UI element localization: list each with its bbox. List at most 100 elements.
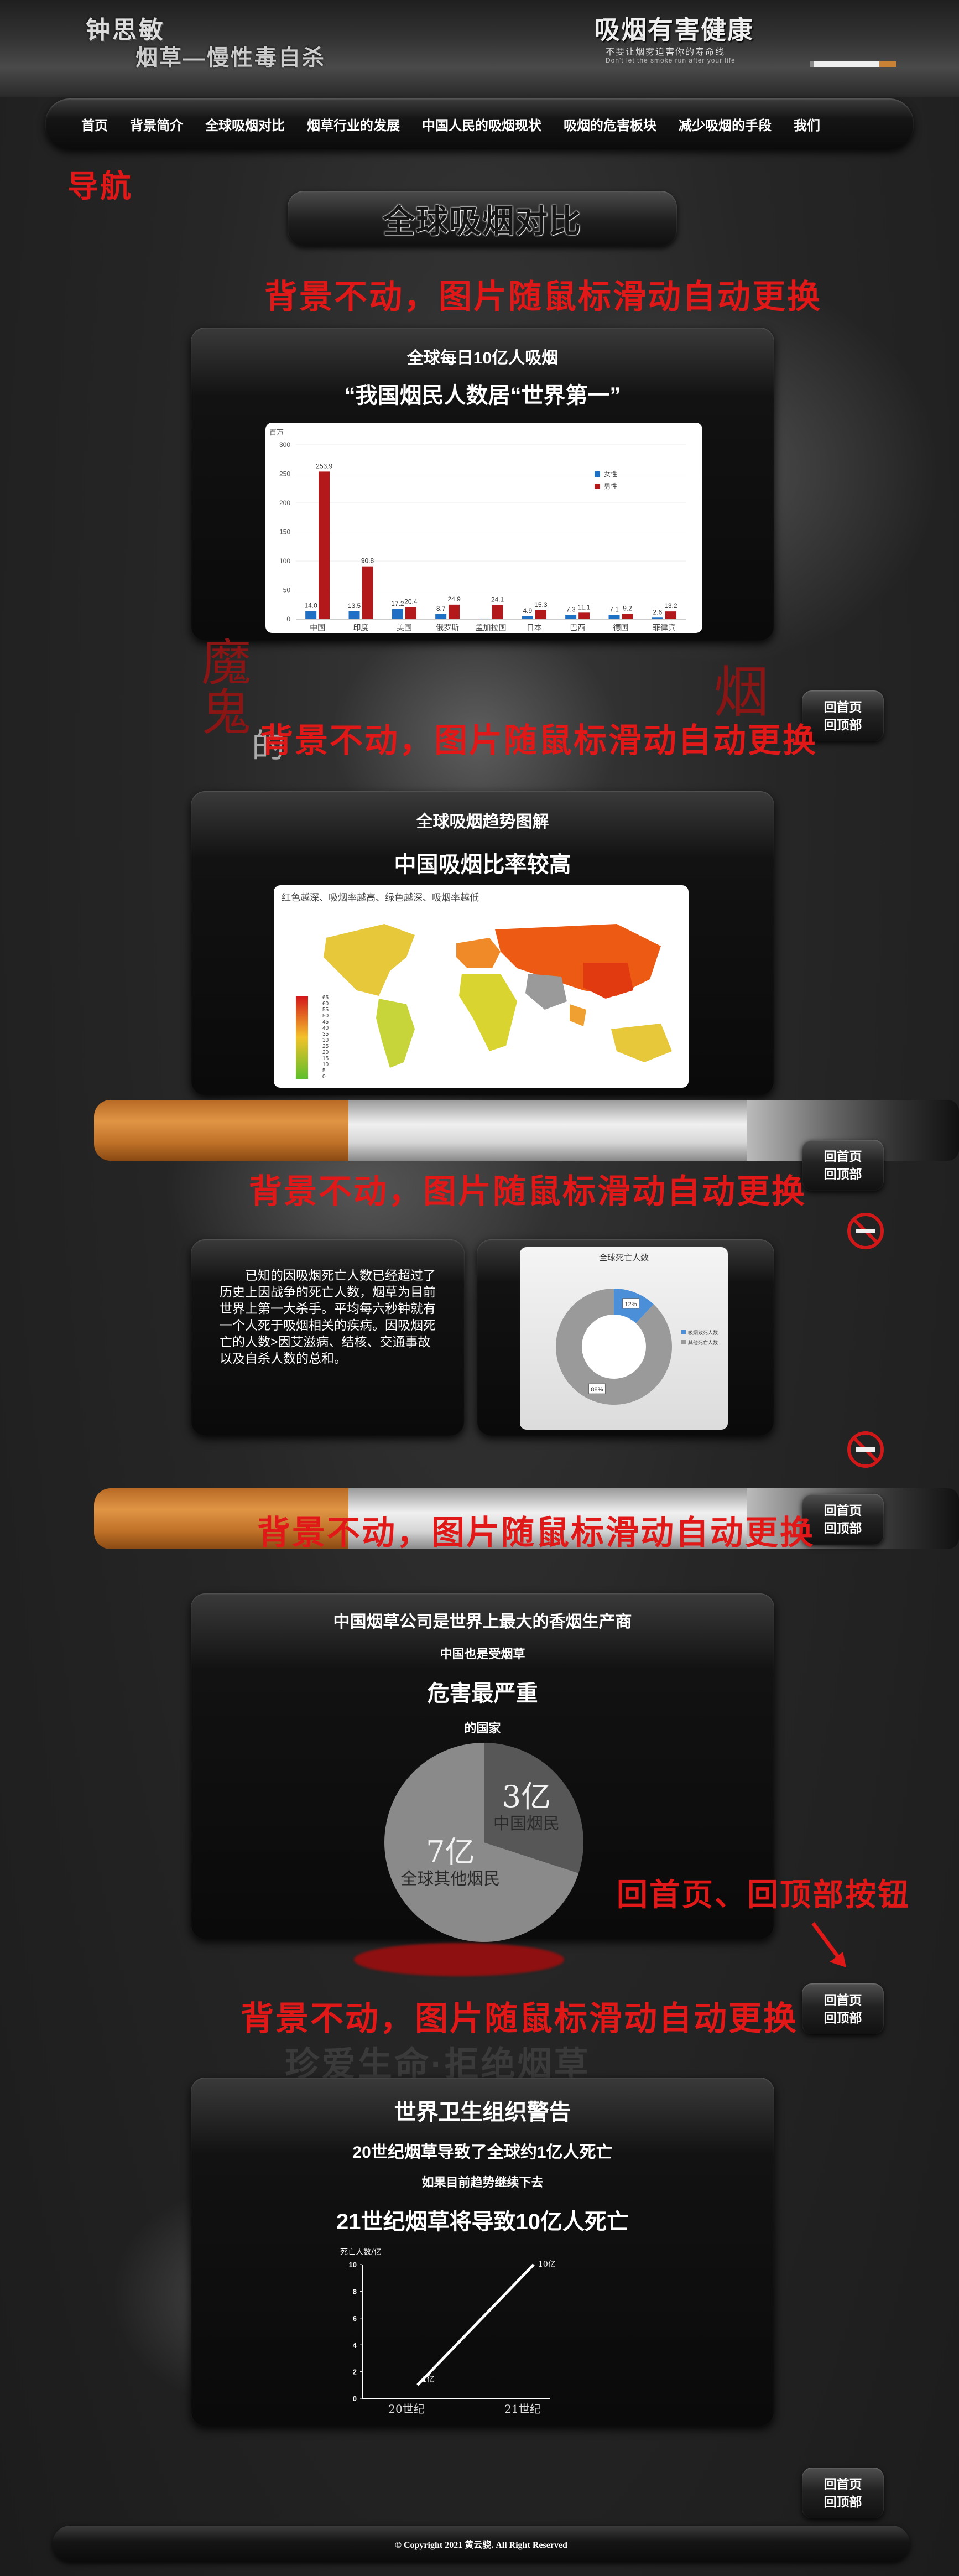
bar-value-label: 8.7 bbox=[436, 605, 446, 612]
pie-value-label: 7亿 bbox=[426, 1835, 475, 1869]
panel-who-warning: 世界卫生组织警告 20世纪烟草导致了全球约1亿人死亡 如果目前趋势继续下去 21… bbox=[191, 2078, 774, 2426]
cigarette-icon bbox=[810, 61, 896, 67]
section4-heading: 中国烟草公司是世界上最大的香烟生产商 bbox=[333, 1613, 632, 1631]
legend-label: 其他死亡人数 bbox=[688, 1339, 718, 1346]
legend-label: 吸烟致死人数 bbox=[688, 1329, 718, 1336]
point-label: 10亿 bbox=[538, 2260, 556, 2269]
footer-copyright: © Copyright 2021 黄云骁. All Right Reserved bbox=[395, 2540, 567, 2550]
x-tick-label: 20世纪 bbox=[388, 2402, 424, 2416]
back-top-button[interactable]: 回顶部 bbox=[824, 2009, 862, 2027]
bar-female bbox=[348, 611, 360, 619]
y-axis-label: 百万 bbox=[269, 428, 284, 437]
footer-bar: © Copyright 2021 黄云骁. All Right Reserved bbox=[53, 2526, 910, 2562]
back-home-button[interactable]: 回首页 bbox=[824, 1502, 862, 1519]
x-tick-label: 孟加拉国 bbox=[476, 623, 507, 632]
back-button-group: 回首页 回顶部 bbox=[802, 1983, 884, 2034]
x-tick-label: 巴西 bbox=[570, 623, 585, 632]
nav-item-china-status[interactable]: 中国人民的吸烟现状 bbox=[422, 115, 541, 134]
back-top-button[interactable]: 回顶部 bbox=[824, 2493, 862, 2511]
bar-female bbox=[305, 611, 317, 619]
back-top-button[interactable]: 回顶部 bbox=[824, 716, 862, 734]
x-tick-label: 菲律宾 bbox=[653, 623, 676, 632]
bar-value-label: 20.4 bbox=[404, 598, 418, 606]
slogan-title: 吸烟有害健康 bbox=[595, 15, 754, 44]
bar-value-label: 15.3 bbox=[534, 601, 548, 609]
bar-male bbox=[405, 607, 416, 619]
section5-line2: 如果目前趋势继续下去 bbox=[421, 2175, 544, 2189]
nav-item-industry[interactable]: 烟草行业的发展 bbox=[307, 115, 400, 134]
back-button-group: 回首页 回顶部 bbox=[802, 1140, 884, 1191]
map-legend-scale bbox=[296, 996, 308, 1079]
series-line bbox=[416, 2263, 535, 2386]
nav-item-home[interactable]: 首页 bbox=[81, 115, 108, 134]
x-tick-label: 日本 bbox=[527, 623, 542, 632]
y-axis-label: 死亡人数/亿 bbox=[340, 2248, 382, 2257]
back-button-group: 回首页 回顶部 bbox=[802, 2468, 884, 2518]
nav-item-about[interactable]: 我们 bbox=[794, 115, 820, 134]
world-map-card: 红色越深、吸烟率越高、绿色越深、吸烟率越低 65 60 55 50 45 40 35 30 25… bbox=[274, 885, 689, 1088]
legend-label: 女性 bbox=[604, 470, 617, 478]
section5-heading: 世界卫生组织警告 bbox=[394, 2100, 571, 2125]
panel-global-smokers: 全球每日10亿人吸烟 “我国烟民人数居“世界第一” 百万 300 250 200 150… bbox=[191, 328, 774, 641]
bar-male bbox=[665, 611, 676, 619]
bar-male bbox=[449, 604, 460, 619]
y-tick-label: 150 bbox=[279, 528, 290, 536]
slogan-sub1: 不要让烟雾迫害你的寿命线 bbox=[606, 48, 726, 57]
bar-female bbox=[652, 617, 663, 619]
y-tick-label: 8 bbox=[353, 2287, 357, 2295]
bar-female bbox=[522, 616, 533, 619]
back-home-button[interactable]: 回首页 bbox=[824, 1147, 862, 1165]
section1-subheading: “我国烟民人数居“世界第一” bbox=[344, 383, 621, 408]
donut-chart: 全球死亡人数 12% 88% 吸烟致死人数其他死亡人数 bbox=[556, 1253, 718, 1405]
x-tick-label: 俄罗斯 bbox=[436, 623, 459, 632]
annotation-back-buttons: 回首页、回顶部按钮 bbox=[617, 1877, 910, 1912]
pie-chart: 3亿中国烟民 7亿全球其他烟民 bbox=[384, 1743, 583, 1942]
back-home-button[interactable]: 回首页 bbox=[824, 1991, 862, 2009]
nav-item-global-compare[interactable]: 全球吸烟对比 bbox=[205, 115, 285, 134]
back-home-button[interactable]: 回首页 bbox=[824, 698, 862, 716]
bar-value-label: 11.1 bbox=[578, 603, 591, 611]
x-tick-label: 美国 bbox=[397, 623, 412, 632]
legend-swatch bbox=[595, 484, 600, 489]
x-tick-label: 德国 bbox=[613, 623, 629, 632]
legend-swatch bbox=[681, 1340, 686, 1344]
x-tick-label: 21世纪 bbox=[504, 2402, 540, 2416]
back-top-button[interactable]: 回顶部 bbox=[824, 1519, 862, 1537]
panel-death-text: 已知的因吸烟死亡人数已经超过了历史上因战争的死亡人数，烟草为目前世界上第一大杀手… bbox=[191, 1239, 465, 1436]
arrow-icon bbox=[811, 1921, 846, 1967]
section3-text: 已知的因吸烟死亡人数已经超过了历史上因战争的死亡人数，烟草为目前世界上第一大杀手… bbox=[220, 1268, 436, 1365]
section2-heading: 全球吸烟趋势图解 bbox=[416, 813, 549, 831]
y-tick-label: 200 bbox=[279, 499, 290, 507]
calligraphy-left: 魔鬼 bbox=[192, 636, 251, 736]
y-tick-label: 50 bbox=[283, 586, 291, 594]
nav-item-reduce[interactable]: 减少吸烟的手段 bbox=[679, 115, 772, 134]
no-smoking-icon bbox=[847, 1431, 884, 1468]
bar-male bbox=[319, 471, 330, 619]
annotation-bg-static: 背景不动，图片随鼠标滑动自动更换 bbox=[249, 1173, 806, 1210]
back-home-button[interactable]: 回首页 bbox=[824, 2475, 862, 2493]
bar-value-label: 14.0 bbox=[304, 601, 317, 609]
bar-value-label: 24.1 bbox=[491, 596, 504, 604]
world-map bbox=[324, 924, 672, 1068]
bar-female bbox=[565, 615, 577, 619]
nav-item-background[interactable]: 背景简介 bbox=[130, 115, 183, 134]
y-tick-label: 10 bbox=[349, 2261, 357, 2269]
bar-value-label: 4.9 bbox=[523, 607, 532, 615]
bar-value-label: 13.5 bbox=[348, 602, 361, 610]
bar-male bbox=[578, 612, 590, 619]
pie-slice-name: 全球其他烟民 bbox=[400, 1869, 500, 1889]
page-title: 全球吸烟对比 bbox=[382, 204, 582, 240]
bar-female bbox=[392, 609, 403, 619]
bar-value-label: 7.1 bbox=[609, 606, 619, 614]
y-tick-label: 4 bbox=[353, 2341, 357, 2349]
back-top-button[interactable]: 回顶部 bbox=[824, 1165, 862, 1183]
nav-item-harm[interactable]: 吸烟的危害板块 bbox=[564, 115, 656, 134]
bar-value-label: 17.2 bbox=[391, 600, 404, 607]
annotation-nav: 导航 bbox=[67, 169, 133, 204]
panel-global-trend: 全球吸烟趋势图解 中国吸烟比率较高 红色越深、吸烟率越高、绿色越深、吸烟率越低 … bbox=[191, 791, 774, 1095]
bar-male bbox=[492, 605, 503, 619]
legend-label: 男性 bbox=[604, 482, 617, 490]
x-tick-label: 中国 bbox=[310, 623, 325, 632]
bar-male bbox=[535, 610, 546, 619]
bar-female bbox=[608, 615, 620, 619]
